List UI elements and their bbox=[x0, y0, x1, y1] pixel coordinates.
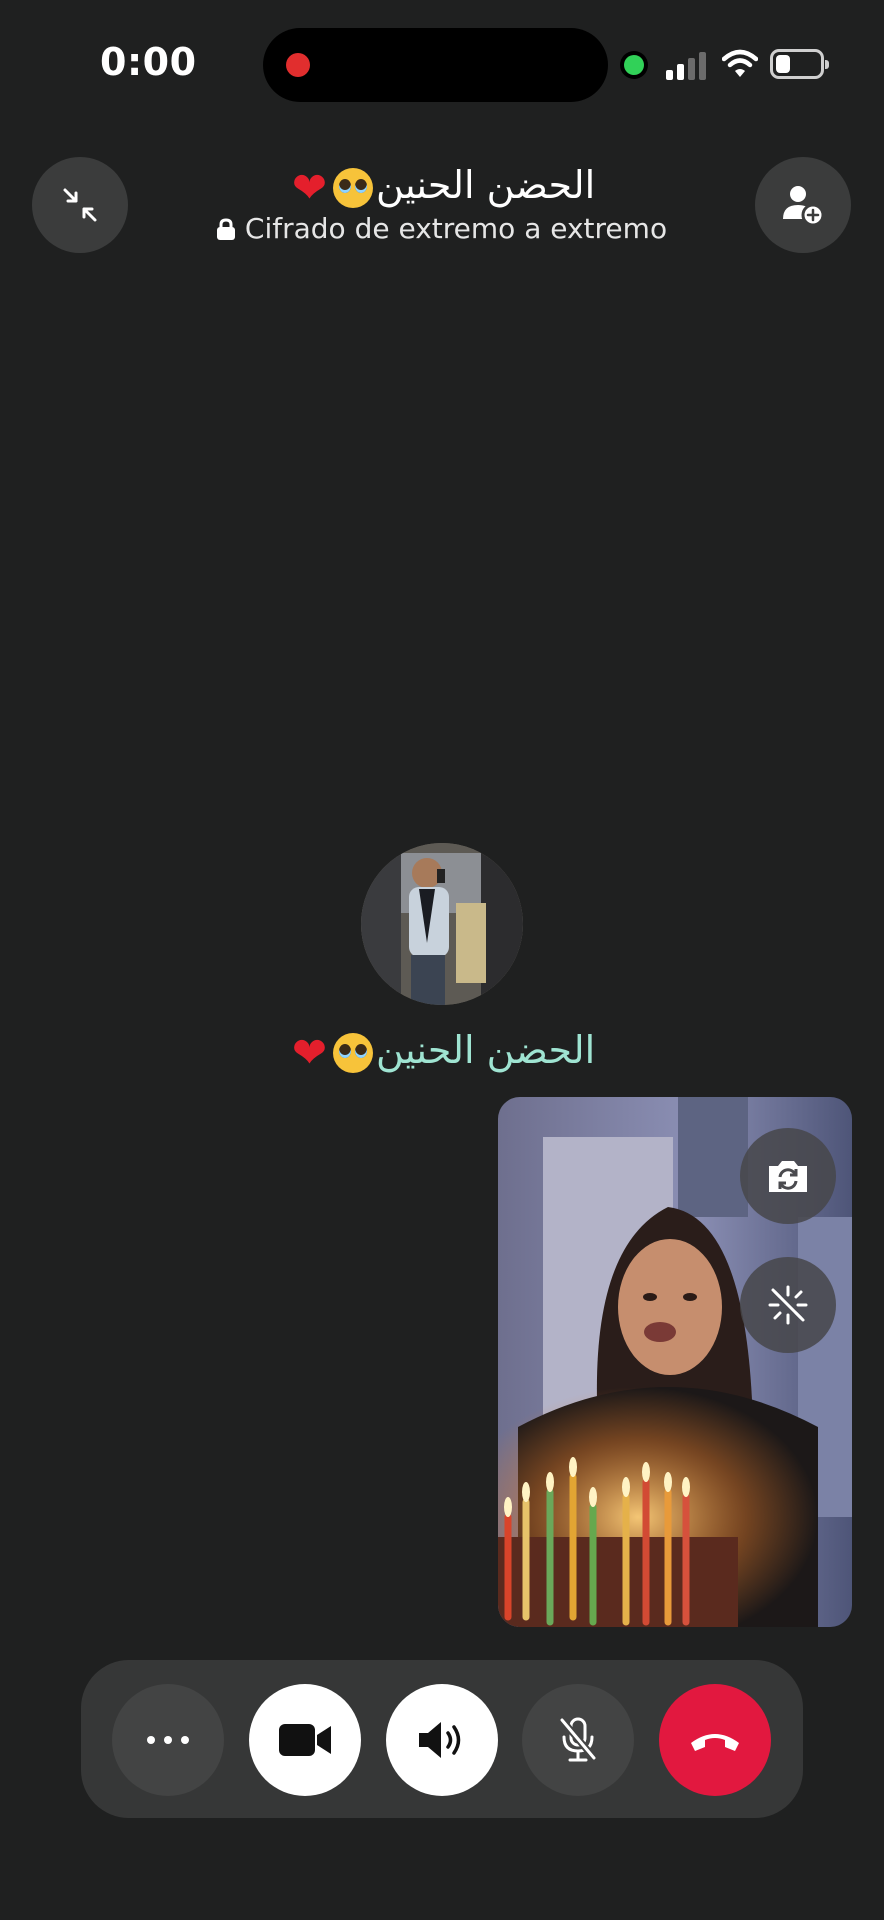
pleading-face-emoji-icon bbox=[333, 167, 374, 208]
video-toggle-button[interactable] bbox=[249, 1684, 361, 1796]
effects-off-icon bbox=[768, 1285, 808, 1325]
mute-toggle-button[interactable] bbox=[522, 1684, 634, 1796]
add-person-icon bbox=[783, 186, 825, 227]
speaker-toggle-button[interactable] bbox=[386, 1684, 498, 1796]
status-time: 0:00 bbox=[100, 40, 197, 84]
camera-in-use-icon bbox=[624, 55, 644, 75]
add-participant-button[interactable] bbox=[755, 157, 851, 253]
heart-emoji-icon: ❤ bbox=[291, 1027, 328, 1077]
camera-flip-icon bbox=[769, 1161, 807, 1192]
remote-avatar bbox=[361, 843, 523, 1005]
more-options-button[interactable] bbox=[112, 1684, 224, 1796]
video-camera-icon bbox=[279, 1724, 331, 1756]
encryption-label: Cifrado de extremo a extremo bbox=[244, 212, 668, 245]
flip-camera-button[interactable] bbox=[740, 1128, 836, 1224]
effects-button[interactable] bbox=[740, 1257, 836, 1353]
remote-participant-name: ❤ الحضن الحنين bbox=[0, 1025, 884, 1078]
contact-name: الحضن الحنين bbox=[376, 163, 596, 207]
more-icon bbox=[147, 1736, 189, 1744]
cellular-signal-icon bbox=[666, 50, 710, 80]
end-call-icon bbox=[691, 1734, 739, 1751]
end-call-button[interactable] bbox=[659, 1684, 771, 1796]
wifi-icon bbox=[722, 49, 758, 77]
pleading-face-emoji-icon bbox=[333, 1032, 374, 1073]
mic-off-icon bbox=[559, 1717, 597, 1762]
lock-icon bbox=[216, 218, 235, 240]
remote-name-text: الحضن الحنين bbox=[376, 1028, 596, 1072]
call-title: ❤ الحضن الحنين bbox=[0, 160, 884, 213]
heart-emoji-icon: ❤ bbox=[291, 162, 328, 212]
speaker-icon bbox=[419, 1722, 461, 1758]
battery-icon bbox=[770, 49, 829, 79]
dynamic-island bbox=[263, 28, 608, 102]
recording-indicator-icon bbox=[286, 53, 310, 77]
encryption-status: Cifrado de extremo a extremo bbox=[0, 212, 884, 245]
